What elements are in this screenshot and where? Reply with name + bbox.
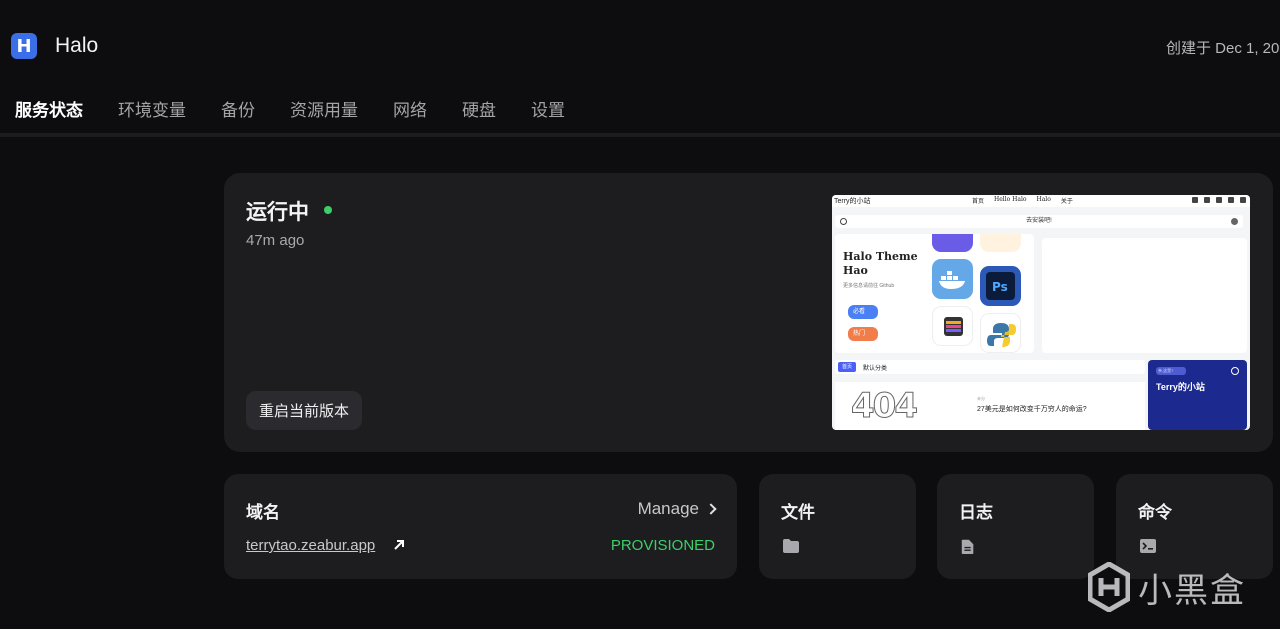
logs-card-title: 日志 [959,503,993,523]
preview-post-meta: 未分 [977,396,985,401]
python-icon [980,313,1021,353]
status-title: 运行中 [246,200,309,224]
preview-menu-item: 首页 [972,198,985,205]
app-title: Halo [55,34,99,57]
document-icon [961,539,974,554]
files-card-title: 文件 [781,503,815,523]
preview-card-close-icon [1231,367,1239,375]
preview-icon [1204,197,1210,203]
preview-hero: Halo Theme Hao 更多信息请前往 Github 必看 热门 Ps [835,234,1034,353]
domain-card-title: 域名 [246,503,280,523]
preview-settings-icon [1231,218,1238,225]
preview-card-chip: 亲,这是? [1156,367,1186,375]
folder-icon [783,539,799,553]
preview-search-icon [840,218,847,225]
manage-domain-link[interactable]: Manage [637,499,717,519]
preview-icon [1240,197,1246,203]
preview-icon [1216,197,1222,203]
logs-card[interactable]: 日志 [937,474,1094,579]
preview-right-panel [1042,238,1247,353]
watermark-text: 小黑盒 [1138,570,1246,611]
terminal-icon [1140,539,1156,553]
tab-backup[interactable]: 备份 [221,98,255,128]
tab-service-status[interactable]: 服务状态 [15,98,83,128]
commands-card-title: 命令 [1138,503,1172,523]
preview-pill-hot: 热门 [848,327,878,341]
tab-divider [0,133,1280,137]
preview-menu-item: Hello Halo [994,196,1027,203]
service-status-card: 运行中 47m ago 重启当前版本 Terry的小站 首页 Hello Hal… [224,173,1273,452]
heybox-logo-icon [1088,562,1130,612]
preview-tag: 首页 [838,362,856,372]
app-tile-icon [980,234,1021,252]
status-indicator-dot [324,206,332,214]
svg-text:Ps: Ps [992,280,1008,294]
tab-disk[interactable]: 硬盘 [462,98,496,128]
preview-404-illustration: 404 [851,386,919,427]
preview-category-bar: 首页 默认分类 [835,360,1145,374]
domain-url-link[interactable]: terrytao.zeabur.app [246,537,375,554]
preview-card-title: Terry的小站 [1156,382,1205,392]
preview-menu-item: Halo [1036,196,1051,203]
site-preview[interactable]: Terry的小站 首页 Hello Halo Halo 关于 去安装吧! Hal… [832,195,1250,430]
preview-hero-subtitle: 更多信息请前往 Github [843,283,895,289]
preview-category: 默认分类 [863,366,888,372]
photoshop-icon: Ps [980,266,1021,306]
preview-nav-icons [1192,197,1246,203]
app-logo-icon[interactable]: H [11,33,37,59]
preview-hero-title: Halo Theme Hao [843,250,918,277]
restart-current-version-button[interactable]: 重启当前版本 [246,391,363,430]
files-card[interactable]: 文件 [759,474,916,579]
manage-label: Manage [637,499,699,518]
docker-icon [932,259,973,299]
app-tile-icon [932,234,973,252]
preview-menu-item: 关于 [1060,198,1073,205]
tab-environment-variables[interactable]: 环境变量 [118,98,186,128]
status-uptime: 47m ago [246,232,305,249]
tab-settings[interactable]: 设置 [531,98,565,128]
preview-post: 404 未分 27美元是如何改变千万穷人的命运? [835,382,1145,430]
final-cut-icon [932,306,973,346]
domain-status-badge: PROVISIONED [610,537,715,554]
preview-post-title: 27美元是如何改变千万穷人的命运? [977,406,1087,413]
tab-network[interactable]: 网络 [393,98,427,128]
chevron-right-icon [705,503,717,515]
preview-icon [1228,197,1234,203]
preview-site-card: 亲,这是? Terry的小站 [1148,360,1247,430]
preview-navbar: Terry的小站 首页 Hello Halo Halo 关于 [832,195,1250,207]
top-bar: H Halo 创建于 Dec 1, 20 [0,0,1280,90]
tab-bar: 服务状态 环境变量 备份 资源用量 网络 硬盘 设置 [15,98,600,128]
preview-search-bar: 去安装吧! [835,215,1243,228]
preview-site-name: Terry的小站 [834,198,871,205]
tab-resource-usage[interactable]: 资源用量 [290,98,358,128]
preview-search-text: 去安装吧! [1026,218,1052,224]
watermark: 小黑盒 [1088,562,1246,612]
created-date: 创建于 Dec 1, 20 [1166,40,1280,57]
preview-icon [1192,197,1198,203]
domain-card: 域名 Manage terrytao.zeabur.app PROVISIONE… [224,474,737,579]
preview-pill-must-read: 必看 [848,305,878,319]
preview-menu: 首页 Hello Halo Halo 关于 [972,196,1073,205]
external-link-icon[interactable] [392,538,406,552]
